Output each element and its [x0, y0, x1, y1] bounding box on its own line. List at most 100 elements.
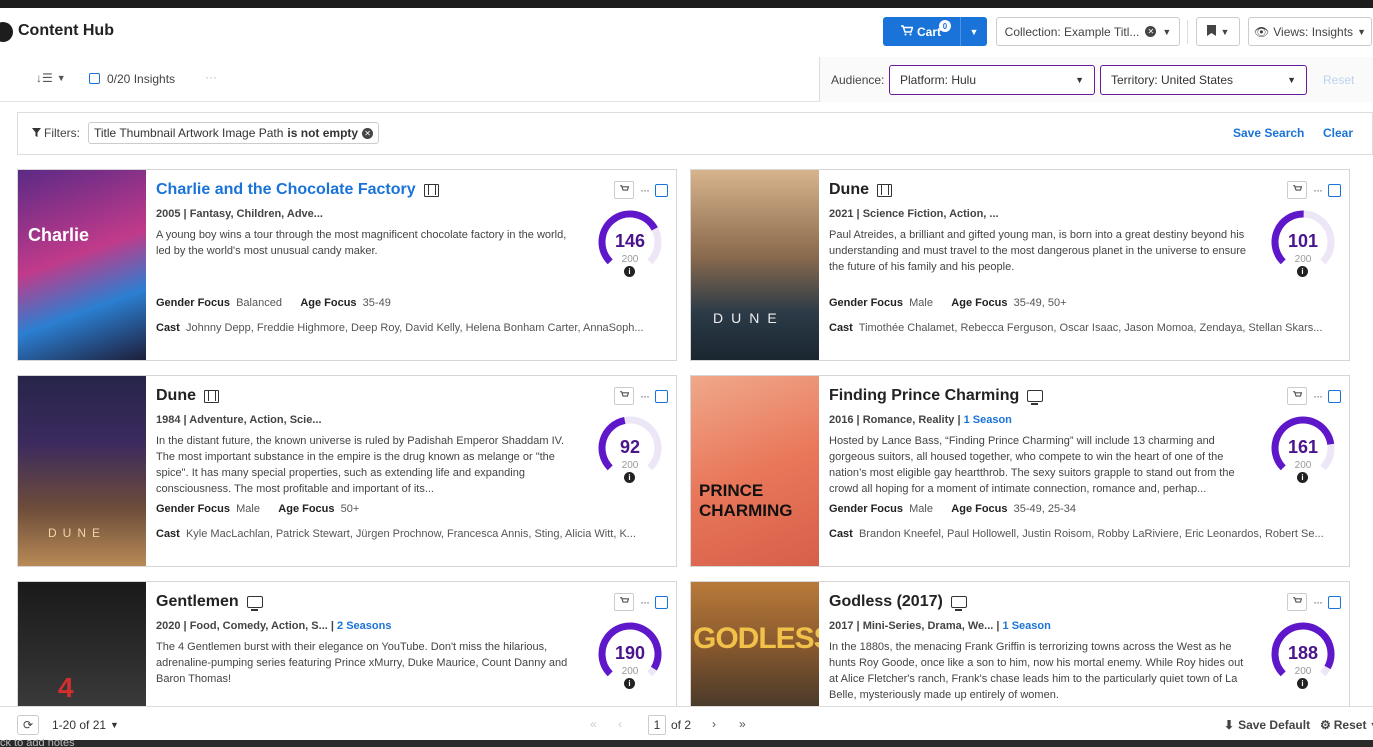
add-to-cart-button[interactable]: [614, 593, 634, 611]
info-icon[interactable]: i: [624, 266, 635, 277]
audience-reset-button[interactable]: Reset: [1323, 73, 1354, 87]
save-search-link[interactable]: Save Search: [1233, 126, 1304, 140]
insight-score[interactable]: 101 200 i: [1268, 207, 1338, 285]
cart-dropdown-button[interactable]: ▼: [960, 17, 987, 46]
reset-button[interactable]: ⚙ Reset ▼: [1320, 718, 1373, 732]
select-checkbox[interactable]: [655, 595, 668, 609]
first-page-icon[interactable]: «: [590, 717, 597, 731]
page-input[interactable]: 1: [648, 715, 666, 735]
add-to-cart-button[interactable]: [1287, 593, 1307, 611]
cart-button[interactable]: Cart 0 ▼: [883, 17, 987, 46]
genres: Romance, Reality: [862, 414, 955, 426]
views-select[interactable]: 👁 Views: Insights ▼: [1248, 17, 1372, 46]
title-card[interactable]: 4 Gentlemen 2020 | Food, Comedy, Action,…: [17, 581, 677, 707]
notes-hint[interactable]: ck to add notes: [0, 739, 75, 747]
info-icon[interactable]: i: [1297, 678, 1308, 689]
page-title: Content Hub: [18, 22, 114, 39]
synopsis: In the 1880s, the menacing Frank Griffin…: [829, 641, 1244, 701]
insight-score[interactable]: 188 200 i: [1268, 619, 1338, 697]
page-range-select[interactable]: 1-20 of 21 ▼: [52, 718, 119, 732]
caret-down-icon: ▼: [969, 26, 979, 37]
notes-strip: [0, 740, 1373, 747]
poster-image[interactable]: Charlie: [18, 170, 146, 360]
more-options-icon[interactable]: ···: [640, 183, 650, 197]
title-link[interactable]: Godless (2017): [829, 593, 967, 611]
title-link[interactable]: Dune: [829, 181, 892, 199]
more-options-icon[interactable]: ···: [1313, 389, 1323, 403]
select-checkbox[interactable]: [655, 183, 668, 197]
more-options-icon[interactable]: ···: [205, 70, 217, 84]
add-to-cart-button[interactable]: [614, 387, 634, 405]
gender-focus-label: Gender Focus: [156, 297, 230, 309]
poster-image[interactable]: DUNE: [691, 170, 819, 360]
title-card[interactable]: PRINCE CHARMING Finding Prince Charming …: [690, 375, 1350, 567]
year: 1984: [156, 414, 181, 426]
save-default-button[interactable]: ⬇ Save Default: [1224, 718, 1310, 732]
clear-collection-icon[interactable]: ✕: [1145, 26, 1157, 37]
select-checkbox[interactable]: [1328, 183, 1341, 197]
sort-button[interactable]: ↓☰ ▼: [36, 71, 66, 85]
title-card[interactable]: DUNE Dune 2021 | Science Fiction, Action…: [690, 169, 1350, 361]
insight-score[interactable]: 190 200 i: [595, 619, 665, 697]
title-card[interactable]: Charlie Charlie and the Chocolate Factor…: [17, 169, 677, 361]
title-card[interactable]: GODLESS Godless (2017) 2017 | Mini-Serie…: [690, 581, 1350, 707]
poster-image[interactable]: PRINCE CHARMING: [691, 376, 819, 566]
info-icon[interactable]: i: [624, 678, 635, 689]
synopsis: In the distant future, the known univers…: [156, 435, 565, 495]
collection-select[interactable]: Collection: Example Titl... ✕ ▼: [996, 17, 1180, 46]
title-text: Dune: [829, 181, 869, 198]
add-to-cart-button[interactable]: [1287, 387, 1307, 405]
clear-filters-link[interactable]: Clear: [1323, 126, 1353, 140]
more-options-icon[interactable]: ···: [1313, 595, 1323, 609]
platform-select[interactable]: Platform: Hulu ▼: [889, 65, 1095, 95]
cast-row: Cast Kyle MacLachlan, Patrick Stewart, J…: [156, 528, 671, 540]
title-link[interactable]: Charlie and the Chocolate Factory: [156, 181, 439, 199]
insight-score[interactable]: 146 200 i: [595, 207, 665, 285]
filter-chip[interactable]: Title Thumbnail Artwork Image Path is no…: [88, 122, 380, 144]
more-options-icon[interactable]: ···: [640, 595, 650, 609]
next-page-icon[interactable]: ›: [712, 717, 716, 731]
more-options-icon[interactable]: ···: [640, 389, 650, 403]
seasons-link[interactable]: 1 Season: [1003, 620, 1051, 632]
insights-count: 0/20 Insights: [107, 72, 176, 86]
seasons-link[interactable]: 1 Season: [964, 414, 1012, 426]
add-to-cart-button[interactable]: [614, 181, 634, 199]
insight-score[interactable]: 161 200 i: [1268, 413, 1338, 491]
title-card[interactable]: DUNE Dune 1984 | Adventure, Action, Scie…: [17, 375, 677, 567]
select-checkbox[interactable]: [655, 389, 668, 403]
select-checkbox[interactable]: [1328, 389, 1341, 403]
bookmark-button[interactable]: ▼: [1196, 17, 1240, 46]
insight-score[interactable]: 92 200 i: [595, 413, 665, 491]
title-link[interactable]: Finding Prince Charming: [829, 387, 1044, 405]
poster-image[interactable]: GODLESS: [691, 582, 819, 706]
title-link[interactable]: Dune: [156, 387, 219, 405]
prev-page-icon[interactable]: ‹: [618, 717, 622, 731]
territory-value: Territory: United States: [1111, 73, 1234, 87]
seasons-link[interactable]: 2 Seasons: [337, 620, 391, 632]
info-icon[interactable]: i: [1297, 266, 1308, 277]
select-all-checkbox[interactable]: [89, 73, 100, 84]
last-page-icon[interactable]: »: [739, 717, 746, 731]
download-icon: ⬇: [1224, 718, 1235, 732]
genres: Food, Comedy, Action, S...: [189, 620, 328, 632]
bookmark-icon: [1206, 24, 1216, 39]
select-checkbox[interactable]: [1328, 595, 1341, 609]
age-focus-value: 35-49, 50+: [1013, 297, 1067, 309]
genres: Science Fiction, Action, ...: [862, 208, 999, 220]
score-value: 146: [614, 231, 646, 251]
age-focus-value: 35-49: [362, 297, 391, 309]
poster-caption: DUNE: [48, 526, 107, 540]
poster-caption: 4: [58, 672, 74, 703]
title-link[interactable]: Gentlemen: [156, 593, 263, 611]
info-icon[interactable]: i: [1297, 472, 1308, 483]
refresh-button[interactable]: ⟳: [17, 715, 39, 735]
territory-select[interactable]: Territory: United States ▼: [1100, 65, 1307, 95]
info-icon[interactable]: i: [624, 472, 635, 483]
poster-image[interactable]: DUNE: [18, 376, 146, 566]
more-options-icon[interactable]: ···: [1313, 183, 1323, 197]
cast-value: Kyle MacLachlan, Patrick Stewart, Jürgen…: [185, 528, 636, 540]
add-to-cart-button[interactable]: [1287, 181, 1307, 199]
remove-filter-icon[interactable]: ✕: [362, 127, 374, 139]
gender-focus-value: Male: [236, 503, 260, 515]
poster-image[interactable]: 4: [18, 582, 146, 706]
